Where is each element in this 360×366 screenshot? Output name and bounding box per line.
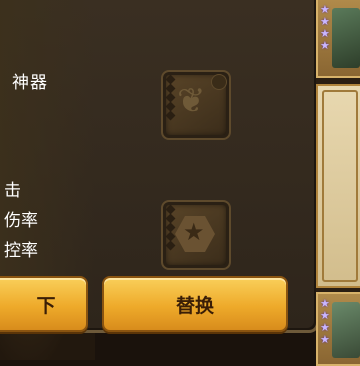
hero-card-1[interactable]: ★ ★ ★ ★ — [316, 0, 360, 78]
feather-glyph-icon: ❦ — [177, 81, 206, 121]
unequip-button[interactable]: 下 — [0, 276, 88, 332]
stat-line-1: 击 — [4, 176, 44, 201]
replace-button[interactable]: 替换 — [102, 276, 288, 332]
hero-card-list: ★ ★ ★ ★ ★ ★ ★ ★ — [316, 0, 360, 366]
stat-label-2: 伤率 — [4, 211, 38, 231]
stat-label-1: 击 — [4, 181, 21, 201]
artifact-slot-1[interactable]: ❦ — [161, 70, 231, 140]
unequip-button-label: 下 — [36, 294, 56, 317]
slot-star-column — [165, 204, 176, 251]
panel-title: 神器 — [12, 73, 48, 93]
slot-badge-icon — [211, 74, 227, 90]
hero-star-rating: ★ ★ ★ ★ — [320, 297, 330, 346]
replace-button-label: 替换 — [175, 294, 214, 317]
artifact-info-panel: 神器 击 伤率 控率 ❦ ★ 下 替换 — [0, 0, 319, 333]
stat-label-3: 控率 — [4, 241, 38, 261]
star-emblem-icon: ★ — [183, 218, 205, 246]
slot-star-column — [165, 74, 176, 121]
hero-star-rating: ★ ★ ★ ★ — [320, 3, 330, 52]
artifact-slot-2[interactable]: ★ — [161, 200, 231, 270]
hero-card-frame — [322, 90, 358, 282]
stat-line-3: 控率 — [4, 236, 84, 261]
hero-portrait — [332, 8, 360, 68]
hero-portrait — [332, 302, 360, 358]
stat-line-2: 伤率 — [4, 206, 84, 231]
hero-card-3[interactable]: ★ ★ ★ ★ — [316, 292, 360, 366]
hero-card-2[interactable] — [316, 84, 360, 288]
